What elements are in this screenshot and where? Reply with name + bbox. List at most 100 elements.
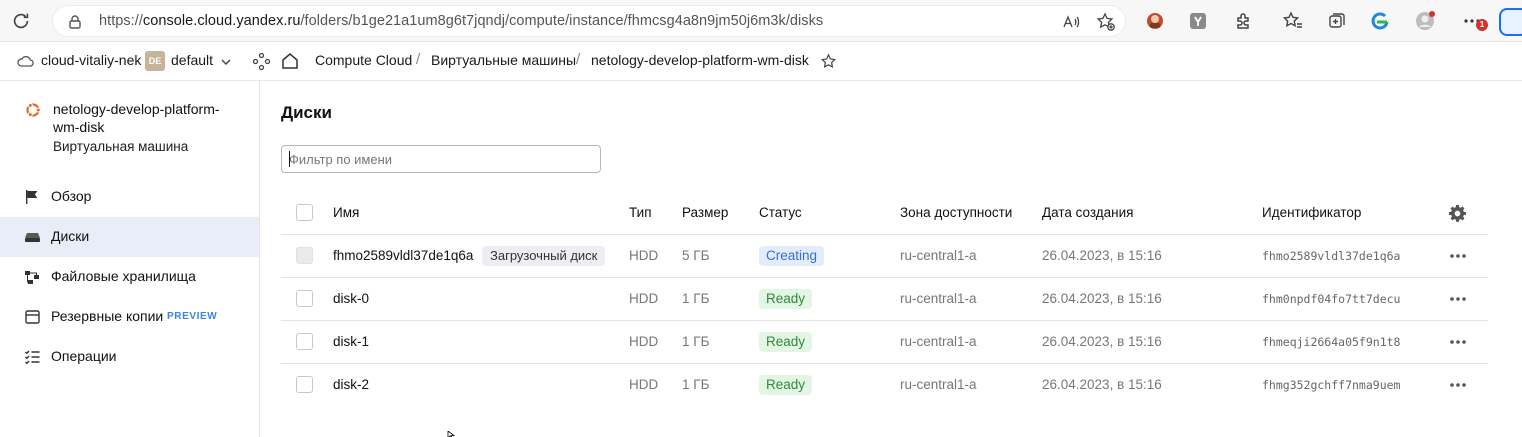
vm-type: Виртуальная машина [53, 139, 189, 154]
lock-icon[interactable] [67, 14, 83, 30]
column-header-status[interactable]: Статус [759, 205, 802, 220]
select-all-checkbox[interactable] [296, 204, 313, 221]
column-header-size[interactable]: Размер [682, 205, 728, 220]
creation-date: 26.04.2023, в 15:16 [1042, 334, 1162, 349]
collections-icon[interactable] [1326, 10, 1348, 32]
browser-toolbar: https://console.cloud.yandex.ru/folders/… [0, 0, 1522, 42]
chevron-down-icon[interactable] [219, 55, 233, 69]
breadcrumb-virtual-machines[interactable]: Виртуальные машины [431, 52, 576, 68]
disk-name[interactable]: fhmo2589vldl37de1q6a [333, 248, 473, 263]
url-text[interactable]: https://console.cloud.yandex.ru/folders/… [99, 13, 823, 29]
availability-zone: ru-central1-a [900, 248, 977, 263]
mouse-cursor-icon [447, 431, 455, 437]
more-actions-icon[interactable] [1449, 253, 1467, 259]
star-icon[interactable] [820, 53, 837, 70]
availability-zone: ru-central1-a [900, 377, 977, 392]
add-favorite-icon[interactable] [1096, 12, 1116, 32]
home-icon[interactable] [280, 51, 300, 71]
sidebar: netology-develop-platform-wm-disk Виртуа… [0, 81, 260, 437]
gear-icon[interactable] [1448, 204, 1467, 223]
disk-id: fhmeqji2664a05f9n1t8 [1262, 335, 1401, 349]
sidebar-item-label: Обзор [51, 188, 92, 204]
creation-date: 26.04.2023, в 15:16 [1042, 248, 1162, 263]
operations-list-icon [25, 350, 40, 365]
flag-icon [26, 190, 38, 204]
breadcrumb-current-vm: netology-develop-platform-wm-disk [591, 52, 809, 68]
boot-disk-tag: Загрузочный диск [482, 246, 606, 266]
page-title: Диски [281, 103, 332, 122]
backup-icon [25, 310, 40, 324]
url-path: /folders/b1ge21a1um8g6t7jqndj/compute/in… [300, 13, 824, 29]
edge-copilot-icon[interactable] [1369, 10, 1391, 32]
status-cell: Ready [759, 289, 813, 309]
creation-date: 26.04.2023, в 15:16 [1042, 377, 1162, 392]
table-header: Имя Тип Размер Статус Зона доступности Д… [281, 192, 1488, 235]
sidebar-item-operations[interactable]: Операции [0, 337, 259, 377]
cloud-selector[interactable]: cloud-vitaliy-nek [41, 52, 141, 68]
table-row[interactable]: disk-1 HDD 1 ГБ Ready ru-central1-a 26.0… [281, 321, 1488, 364]
table-row[interactable]: disk-0 HDD 1 ГБ Ready ru-central1-a 26.0… [281, 278, 1488, 321]
column-header-zone[interactable]: Зона доступности [900, 205, 1012, 220]
row-checkbox[interactable] [296, 290, 313, 307]
cloud-icon [17, 56, 34, 67]
sidebar-item-backups[interactable]: Резервные копии PREVIEW [0, 297, 259, 337]
breadcrumb-separator: / [416, 51, 421, 68]
extension-icon[interactable] [1144, 10, 1166, 32]
disk-id: fhm0npdf04fo7tt7decu [1262, 292, 1401, 306]
disk-name[interactable]: disk-0 [333, 291, 369, 306]
column-header-name[interactable]: Имя [333, 205, 359, 220]
disk-icon [25, 233, 40, 242]
status-cell: Ready [759, 375, 813, 395]
profile-avatar-icon[interactable] [1414, 10, 1436, 32]
disk-name[interactable]: disk-2 [333, 377, 369, 392]
read-aloud-icon[interactable] [1061, 12, 1081, 32]
more-actions-icon[interactable] [1449, 339, 1467, 345]
sidebar-item-label: Файловые хранилища [51, 268, 196, 284]
vm-name: netology-develop-platform-wm-disk [53, 101, 220, 135]
sidebar-item-overview[interactable]: Обзор [0, 177, 259, 217]
favorites-icon[interactable] [1282, 10, 1304, 32]
more-actions-icon[interactable] [1449, 296, 1467, 302]
sidebar-toggle-icon[interactable] [1499, 8, 1522, 36]
url-host: console.cloud.yandex.ru [142, 13, 301, 29]
console-top-nav: cloud-vitaliy-nek DE default Compute Clo… [0, 42, 1522, 81]
sidebar-item-label: Операции [51, 348, 117, 364]
breadcrumb-compute-cloud[interactable]: Compute Cloud [315, 52, 412, 68]
status-cell: Creating [759, 246, 825, 266]
breadcrumb-separator: / [576, 51, 581, 68]
filestore-icon [25, 271, 39, 284]
folder-badge: DE [145, 51, 165, 71]
disk-type: HDD [629, 248, 659, 263]
status-badge: Ready [759, 332, 813, 352]
ubuntu-logo-icon [26, 102, 41, 118]
status-badge: Creating [759, 246, 825, 266]
sidebar-item-file-storages[interactable]: Файловые хранилища [0, 257, 259, 297]
notification-badge: 1 [1476, 19, 1488, 31]
status-badge: Ready [759, 375, 813, 395]
row-checkbox[interactable] [296, 333, 313, 350]
name-filter-input[interactable] [281, 145, 601, 173]
disk-type: HDD [629, 334, 659, 349]
table-row[interactable]: fhmo2589vldl37de1q6a Загрузочный диск HD… [281, 235, 1488, 278]
row-checkbox[interactable] [296, 376, 313, 393]
yandex-extension-icon[interactable] [1187, 10, 1209, 32]
sidebar-item-disks[interactable]: Диски [0, 217, 259, 257]
disk-id: fhmg352gchff7nma9uem [1262, 378, 1401, 392]
disk-size: 1 ГБ [682, 377, 710, 392]
address-bar[interactable]: https://console.cloud.yandex.ru/folders/… [52, 5, 1126, 37]
availability-zone: ru-central1-a [900, 291, 977, 306]
preview-badge: PREVIEW [167, 311, 218, 322]
disk-type: HDD [629, 377, 659, 392]
column-header-id[interactable]: Идентификатор [1262, 205, 1361, 220]
services-icon[interactable] [252, 52, 271, 71]
table-row[interactable]: disk-2 HDD 1 ГБ Ready ru-central1-a 26.0… [281, 364, 1488, 407]
reload-icon[interactable] [10, 10, 32, 32]
folder-selector[interactable]: default [171, 52, 213, 68]
more-actions-icon[interactable] [1449, 382, 1467, 388]
column-header-date[interactable]: Дата создания [1042, 205, 1134, 220]
disk-size: 5 ГБ [682, 248, 710, 263]
column-header-type[interactable]: Тип [629, 205, 652, 220]
disk-id: fhmo2589vldl37de1q6a [1262, 249, 1401, 263]
puzzle-extensions-icon[interactable] [1232, 10, 1254, 32]
disk-name[interactable]: disk-1 [333, 334, 369, 349]
